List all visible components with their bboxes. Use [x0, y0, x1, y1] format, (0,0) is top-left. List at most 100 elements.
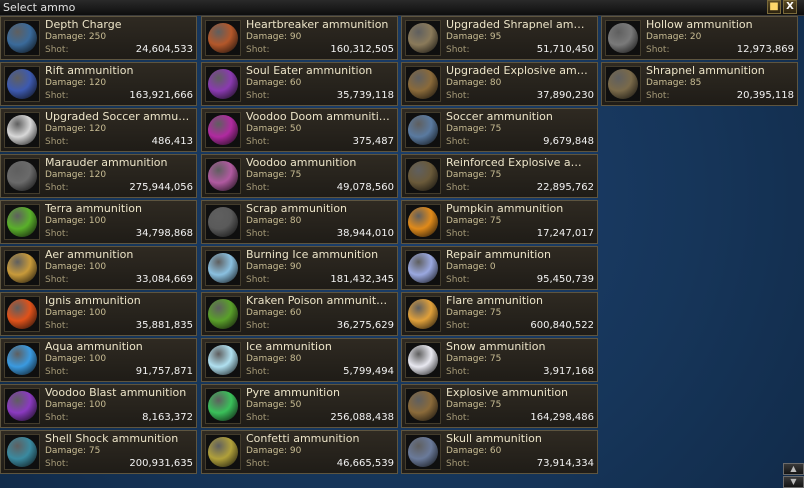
ammo-slot[interactable]: Ignis ammunition Damage: 100 Shot: 35,881,8… [0, 292, 197, 336]
ammo-slot[interactable]: Shrapnel ammunition Damage: 85 Shot: 20,395… [601, 62, 798, 106]
ammo-slot[interactable]: Soul Eater ammunition Damage: 60 Shot: 35,7… [201, 62, 398, 106]
ammo-slot[interactable]: Upgraded Soccer ammu… Damage: 120 Shot: 486… [0, 108, 197, 152]
ammo-damage: Damage: 80 [246, 354, 301, 365]
damage-label: Damage: [246, 400, 290, 410]
damage-label: Damage: [246, 446, 290, 456]
ammo-slot[interactable]: Depth Charge Damage: 250 Shot: 24,604,533 [0, 16, 197, 60]
ammo-slot[interactable]: Heartbreaker ammunition Damage: 90 Shot: 16… [201, 16, 398, 60]
shot-label: Shot: [446, 183, 470, 193]
ammo-name: Repair ammunition [446, 248, 551, 261]
shot-label: Shot: [246, 413, 270, 423]
shot-label: Shot: [446, 275, 470, 285]
damage-label: Damage: [45, 262, 89, 272]
ammo-name: Upgraded Soccer ammu… [45, 110, 190, 123]
ammo-slot[interactable]: Skull ammunition Damage: 60 Shot: 73,914,33… [401, 430, 598, 474]
ammo-slot[interactable]: Explosive ammunition Damage: 75 Shot: 164,2… [401, 384, 598, 428]
voodoo-icon [205, 158, 241, 194]
damage-value: 120 [88, 124, 107, 134]
ammo-slot[interactable]: Kraken Poison ammunit… Damage: 60 Shot: 36,… [201, 292, 398, 336]
ammo-slot[interactable]: Shell Shock ammunition Damage: 75 Shot: 200… [0, 430, 197, 474]
ammo-damage: Damage: 85 [646, 78, 701, 89]
pyre-icon [205, 388, 241, 424]
damage-label: Damage: [45, 216, 89, 226]
ammo-slot[interactable]: Voodoo Doom ammuniti… Damage: 50 Shot: 375,… [201, 108, 398, 152]
window-title: Select ammo [3, 1, 76, 14]
voodoo-blast-icon [4, 388, 40, 424]
ammo-slot[interactable]: Repair ammunition Damage: 0 Shot: 95,450,73… [401, 246, 598, 290]
ammo-name: Skull ammunition [446, 432, 542, 445]
ammo-slot[interactable]: Flare ammunition Damage: 75 Shot: 600,840,5… [401, 292, 598, 336]
shot-count: 163,921,666 [129, 90, 193, 101]
ammo-slot[interactable]: Aer ammunition Damage: 100 Shot: 33,084,669 [0, 246, 197, 290]
soccer-icon [405, 112, 441, 148]
damage-value: 20 [689, 32, 702, 42]
damage-value: 50 [289, 124, 302, 134]
window-titlebar[interactable]: Select ammo ■ X [0, 0, 804, 16]
damage-label: Damage: [45, 124, 89, 134]
ammo-damage: Damage: 100 [45, 308, 106, 319]
upgraded-soccer-icon [4, 112, 40, 148]
ammo-slot[interactable]: Snow ammunition Damage: 75 Shot: 3,917,168 [401, 338, 598, 382]
shot-label: Shot: [45, 367, 69, 377]
ammo-name: Heartbreaker ammunition [246, 18, 389, 31]
ammo-slot[interactable]: Soccer ammunition Damage: 75 Shot: 9,679,84… [401, 108, 598, 152]
ammo-slot[interactable]: Voodoo ammunition Damage: 75 Shot: 49,078,5… [201, 154, 398, 198]
scroll-down-button[interactable]: ▼ [783, 476, 804, 488]
damage-label: Damage: [446, 170, 490, 180]
ammo-slot[interactable]: Pumpkin ammunition Damage: 75 Shot: 17,247,… [401, 200, 598, 244]
damage-label: Damage: [446, 308, 490, 318]
damage-value: 80 [289, 216, 302, 226]
shot-label: Shot: [45, 91, 69, 101]
burning-ice-icon [205, 250, 241, 286]
damage-label: Damage: [246, 170, 290, 180]
ammo-damage: Damage: 75 [246, 170, 301, 181]
ammo-damage: Damage: 75 [446, 216, 501, 227]
upgraded-explosive-icon [405, 66, 441, 102]
ammo-slot[interactable]: Reinforced Explosive a… Damage: 75 Shot: 22… [401, 154, 598, 198]
ammo-name: Shrapnel ammunition [646, 64, 765, 77]
damage-value: 75 [489, 400, 502, 410]
ammo-slot[interactable]: Voodoo Blast ammunition Damage: 100 Shot: 8… [0, 384, 197, 428]
ammo-slot[interactable]: Marauder ammunition Damage: 120 Shot: 275,9… [0, 154, 197, 198]
damage-value: 75 [489, 170, 502, 180]
ammo-name: Depth Charge [45, 18, 122, 31]
terra-icon [4, 204, 40, 240]
ammo-slot[interactable]: Upgraded Explosive am… Damage: 80 Shot: 37,… [401, 62, 598, 106]
damage-label: Damage: [45, 400, 89, 410]
shot-count: 181,432,345 [330, 274, 394, 285]
ammo-damage: Damage: 120 [45, 170, 106, 181]
damage-value: 75 [88, 446, 101, 456]
ammo-slot[interactable]: Rift ammunition Damage: 120 Shot: 163,921,6… [0, 62, 197, 106]
damage-label: Damage: [646, 78, 690, 88]
ammo-slot[interactable]: Pyre ammunition Damage: 50 Shot: 256,088,43… [201, 384, 398, 428]
damage-value: 95 [489, 32, 502, 42]
close-button[interactable]: X [783, 0, 797, 14]
ammo-damage: Damage: 90 [246, 446, 301, 457]
shot-count: 24,604,533 [135, 44, 193, 55]
depth-charge-icon [4, 20, 40, 56]
marauder-icon [4, 158, 40, 194]
ammo-slot[interactable]: Aqua ammunition Damage: 100 Shot: 91,757,87… [0, 338, 197, 382]
ammo-name: Marauder ammunition [45, 156, 168, 169]
lock-icon[interactable]: ■ [767, 0, 781, 14]
ammo-slot[interactable]: Ice ammunition Damage: 80 Shot: 5,799,494 [201, 338, 398, 382]
damage-label: Damage: [45, 78, 89, 88]
ammo-name: Terra ammunition [45, 202, 142, 215]
ammo-slot[interactable]: Hollow ammunition Damage: 20 Shot: 12,973,8… [601, 16, 798, 60]
damage-label: Damage: [246, 354, 290, 364]
shot-count: 73,914,334 [536, 458, 594, 469]
ammo-slot[interactable]: Scrap ammunition Damage: 80 Shot: 38,944,01… [201, 200, 398, 244]
shot-count: 46,665,539 [336, 458, 394, 469]
shell-shock-icon [4, 434, 40, 470]
shot-count: 36,275,629 [336, 320, 394, 331]
shot-count: 34,798,868 [135, 228, 193, 239]
ammo-slot[interactable]: Burning Ice ammunition Damage: 90 Shot: 181… [201, 246, 398, 290]
damage-value: 80 [289, 354, 302, 364]
scroll-up-button[interactable]: ▲ [783, 463, 804, 475]
ammo-slot[interactable]: Terra ammunition Damage: 100 Shot: 34,798,8… [0, 200, 197, 244]
shot-label: Shot: [246, 137, 270, 147]
shot-label: Shot: [446, 321, 470, 331]
damage-label: Damage: [246, 32, 290, 42]
ammo-slot[interactable]: Upgraded Shrapnel am… Damage: 95 Shot: 51,7… [401, 16, 598, 60]
ammo-slot[interactable]: Confetti ammunition Damage: 90 Shot: 46,665… [201, 430, 398, 474]
